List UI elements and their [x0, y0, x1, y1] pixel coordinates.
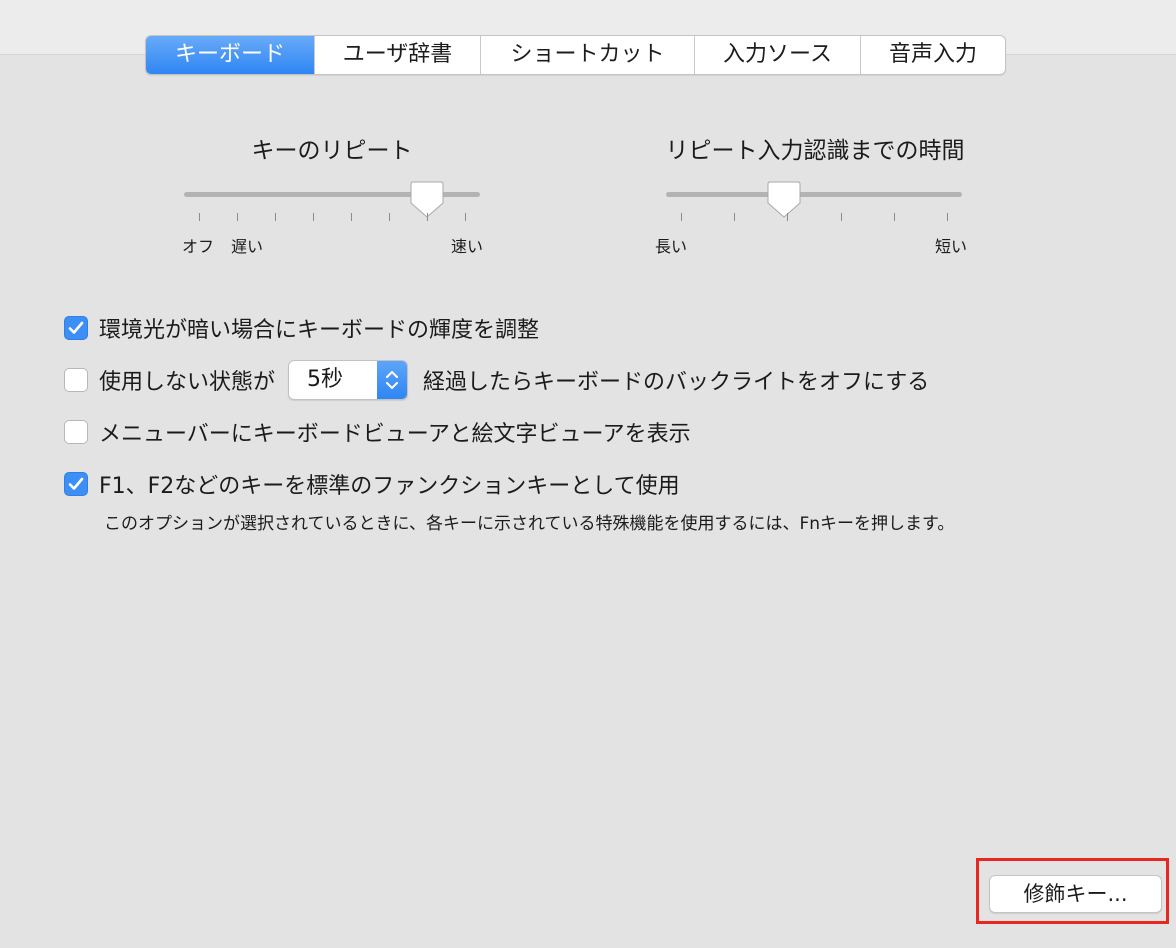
- checkmark-icon: [68, 477, 84, 490]
- backlight-off-label-before[interactable]: 使用しない状態が: [99, 364, 275, 396]
- checkmark-icon: [68, 321, 84, 334]
- repeat-delay-tick: [681, 213, 682, 221]
- backlight-timeout-value: 5秒: [307, 367, 344, 392]
- key-repeat-tick: [275, 213, 276, 221]
- fn-keys-label[interactable]: F1、F2などのキーを標準のファンクションキーとして使用: [99, 468, 680, 500]
- key-repeat-tick: [199, 213, 200, 221]
- backlight-off-checkbox[interactable]: [64, 368, 88, 392]
- key-repeat-tick: [313, 213, 314, 221]
- option-backlight-off: 使用しない状態が 5秒 経過したらキーボードのバックライトをオフにする: [64, 360, 930, 400]
- key-repeat-slow-label: 遅い: [231, 237, 264, 256]
- tab-bar: キーボード ユーザ辞書 ショートカット 入力ソース 音声入力: [145, 35, 1006, 75]
- key-repeat-tick: [427, 213, 428, 221]
- up-down-chevron-icon: [377, 361, 408, 399]
- option-auto-brightness: 環境光が暗い場合にキーボードの輝度を調整: [64, 311, 539, 345]
- repeat-delay-title: リピート入力認識までの時間: [665, 138, 965, 164]
- key-repeat-tick: [237, 213, 238, 221]
- show-viewers-checkbox[interactable]: [64, 420, 88, 444]
- auto-brightness-checkbox[interactable]: [64, 316, 88, 340]
- repeat-delay-long-label: 長い: [655, 237, 688, 256]
- repeat-delay-tick: [894, 213, 895, 221]
- repeat-delay-tick: [841, 213, 842, 221]
- tab-input-sources[interactable]: 入力ソース: [695, 36, 861, 74]
- backlight-timeout-popup[interactable]: 5秒: [288, 360, 409, 400]
- key-repeat-tick: [351, 213, 352, 221]
- repeat-delay-track[interactable]: [666, 192, 962, 197]
- key-repeat-tick: [389, 213, 390, 221]
- fn-keys-note: このオプションが選択されているときに、各キーに示されている特殊機能を使用するには…: [104, 514, 955, 534]
- tab-dictation[interactable]: 音声入力: [861, 36, 1005, 74]
- tab-shortcuts[interactable]: ショートカット: [481, 36, 695, 74]
- option-fn-keys: F1、F2などのキーを標準のファンクションキーとして使用: [64, 467, 680, 501]
- highlight-box: [976, 858, 1169, 924]
- auto-brightness-label[interactable]: 環境光が暗い場合にキーボードの輝度を調整: [99, 312, 539, 344]
- key-repeat-fast-label: 速い: [451, 237, 484, 256]
- repeat-delay-tick: [947, 213, 948, 221]
- repeat-delay-tick: [787, 213, 788, 221]
- key-repeat-tick: [465, 213, 466, 221]
- tab-user-dictionary[interactable]: ユーザ辞書: [315, 36, 481, 74]
- repeat-delay-slider-thumb[interactable]: [767, 181, 801, 219]
- option-show-viewers: メニューバーにキーボードビューアと絵文字ビューアを表示: [64, 415, 691, 449]
- key-repeat-off-label: オフ: [182, 237, 215, 256]
- repeat-delay-short-label: 短い: [935, 237, 968, 256]
- show-viewers-label[interactable]: メニューバーにキーボードビューアと絵文字ビューアを表示: [99, 416, 691, 448]
- backlight-off-label-after: 経過したらキーボードのバックライトをオフにする: [423, 370, 930, 395]
- key-repeat-title: キーのリピート: [251, 138, 413, 164]
- tab-keyboard[interactable]: キーボード: [146, 36, 315, 74]
- repeat-delay-tick: [734, 213, 735, 221]
- fn-keys-checkbox[interactable]: [64, 472, 88, 496]
